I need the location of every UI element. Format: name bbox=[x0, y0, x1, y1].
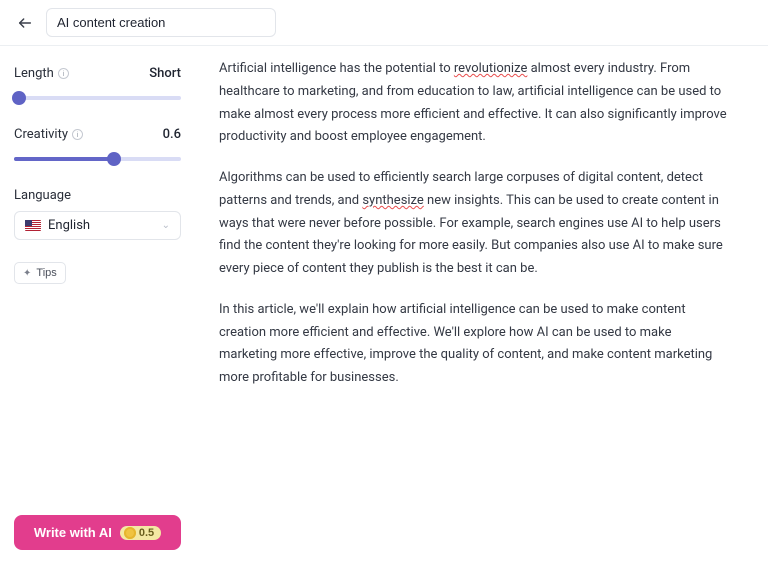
paragraph-3: In this article, we'll explain how artif… bbox=[219, 299, 728, 390]
length-control: Length i Short bbox=[14, 66, 181, 105]
language-control: Language English ⌄ bbox=[14, 188, 181, 240]
flag-us-icon bbox=[25, 220, 41, 231]
language-selected: English bbox=[48, 218, 90, 233]
info-icon[interactable]: i bbox=[72, 129, 83, 140]
paragraph-2: Algorithms can be used to efficiently se… bbox=[219, 167, 728, 281]
length-slider[interactable] bbox=[14, 91, 181, 105]
creativity-slider[interactable] bbox=[14, 152, 181, 166]
creativity-value: 0.6 bbox=[163, 127, 181, 142]
cta-label: Write with AI bbox=[34, 525, 112, 540]
info-icon[interactable]: i bbox=[58, 68, 69, 79]
creativity-label: Creativity i bbox=[14, 127, 83, 142]
length-label: Length i bbox=[14, 66, 69, 81]
chevron-down-icon: ⌄ bbox=[162, 220, 170, 231]
tips-label: Tips bbox=[36, 267, 56, 279]
length-value: Short bbox=[149, 66, 181, 81]
title-input[interactable] bbox=[46, 8, 276, 37]
spellcheck-squiggle: revolutionize bbox=[454, 61, 527, 76]
arrow-left-icon bbox=[17, 15, 33, 31]
topbar bbox=[0, 0, 768, 46]
tips-button[interactable]: ✦ Tips bbox=[14, 262, 66, 284]
language-select[interactable]: English ⌄ bbox=[14, 211, 181, 240]
sparkle-icon: ✦ bbox=[23, 268, 31, 279]
creativity-control: Creativity i 0.6 bbox=[14, 127, 181, 166]
sidebar: Length i Short Creativity i 0.6 bbox=[0, 46, 195, 568]
write-with-ai-button[interactable]: Write with AI 0.5 bbox=[14, 515, 181, 550]
paragraph-1: Artificial intelligence has the potentia… bbox=[219, 58, 728, 149]
spellcheck-squiggle: synthesize bbox=[362, 193, 423, 208]
credit-chip: 0.5 bbox=[120, 526, 161, 540]
coin-icon bbox=[124, 527, 136, 539]
content-area[interactable]: Artificial intelligence has the potentia… bbox=[195, 46, 768, 568]
back-button[interactable] bbox=[14, 12, 36, 34]
language-label: Language bbox=[14, 188, 181, 203]
credit-value: 0.5 bbox=[139, 527, 154, 539]
